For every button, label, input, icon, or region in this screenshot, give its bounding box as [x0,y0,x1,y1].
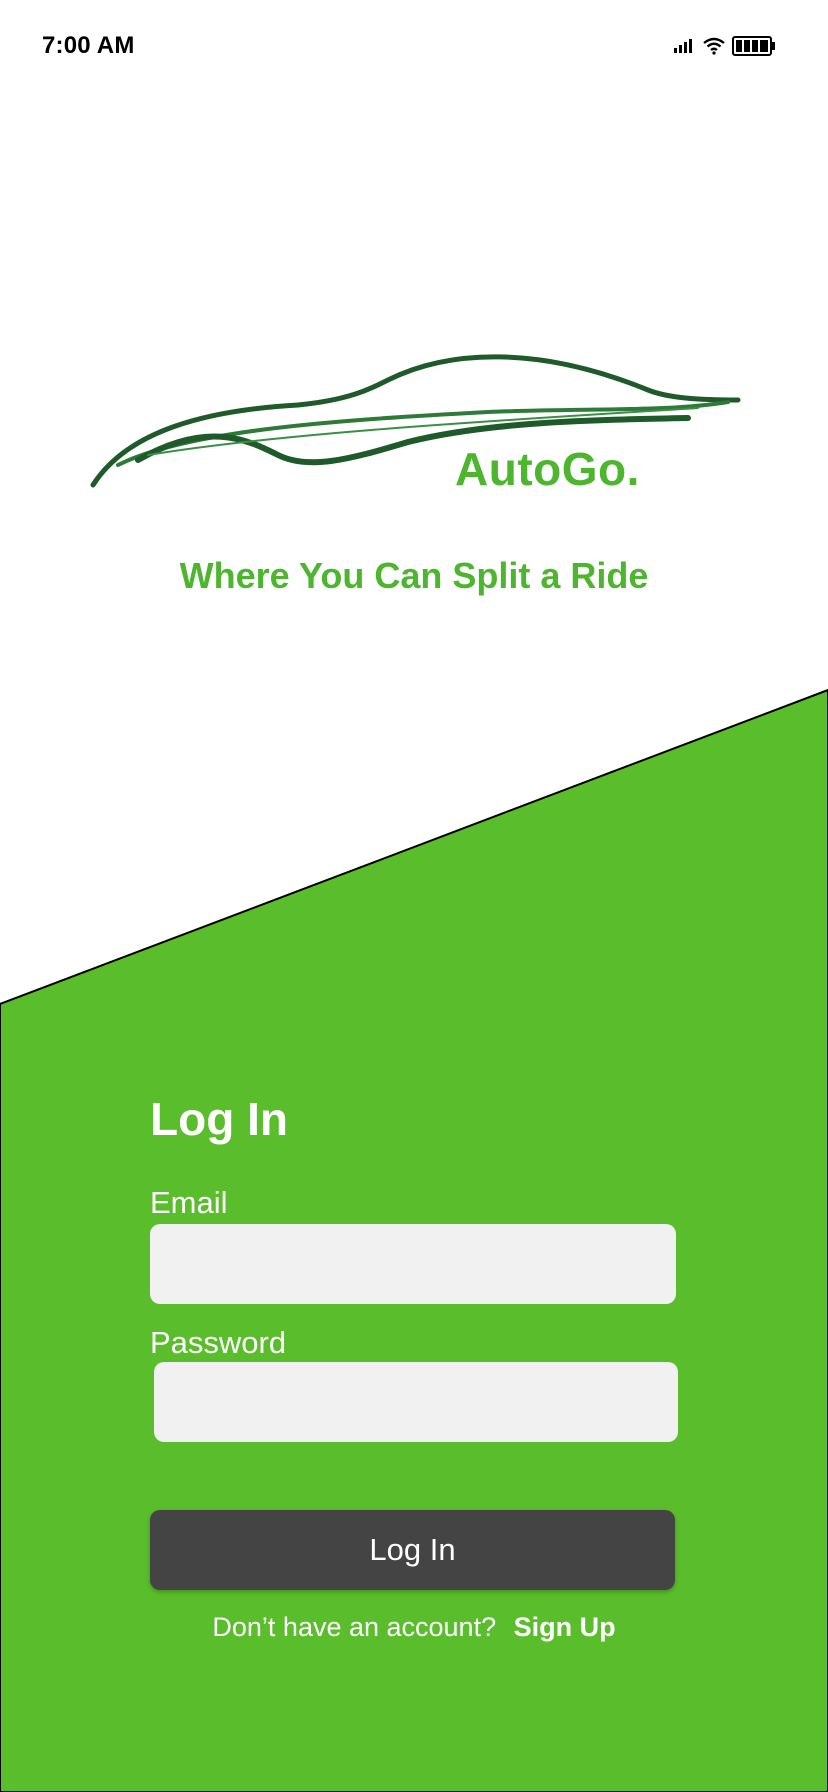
login-button[interactable]: Log In [150,1510,675,1590]
login-screen: 7:00 AM AutoGo. Where You Can Split a Ri… [0,0,828,1792]
login-title: Log In [150,1093,288,1145]
password-field[interactable] [154,1362,678,1442]
email-label: Email [150,1185,228,1220]
email-field[interactable] [150,1224,676,1304]
signup-row: Don’t have an account? Sign Up [0,1612,828,1643]
no-account-text: Don’t have an account? [212,1612,497,1642]
password-label: Password [150,1325,287,1360]
sign-up-link[interactable]: Sign Up [514,1612,616,1642]
